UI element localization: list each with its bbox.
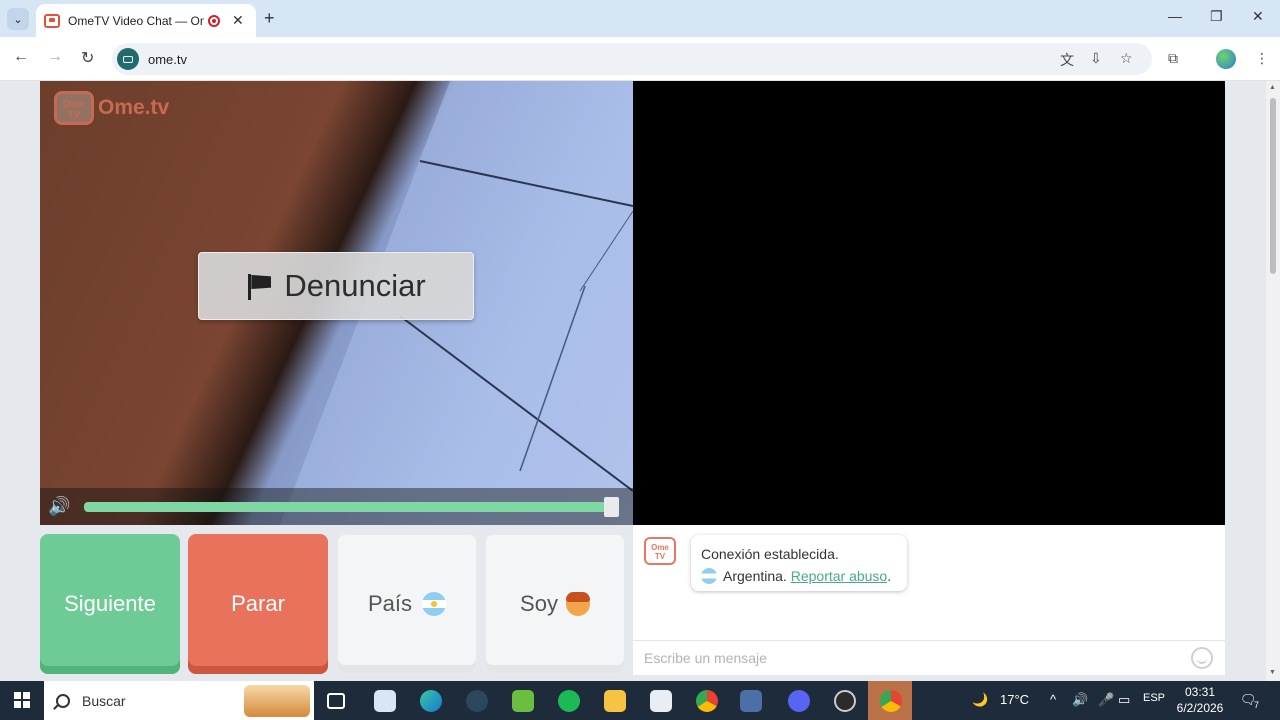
- obs-icon[interactable]: [834, 690, 856, 712]
- taskbar-search-label: Buscar: [82, 692, 126, 709]
- install-app-icon[interactable]: ⇩: [1090, 50, 1102, 67]
- clock-date: 6/2/2026: [1176, 701, 1224, 715]
- chat-panel: Ome TV Conexión establecida. Argentina. …: [633, 525, 1225, 675]
- remote-video: [633, 81, 1225, 525]
- android-app-icon[interactable]: [512, 690, 534, 712]
- country-button[interactable]: País: [337, 534, 477, 674]
- partner-country: Argentina.: [723, 568, 787, 584]
- partner-country-line: Argentina. Reportar abuso.: [701, 565, 897, 587]
- tab-title: OmeTV Video Chat — OmeTV: [68, 13, 204, 28]
- temperature[interactable]: 17°C: [1000, 692, 1029, 707]
- task-view-icon[interactable]: [327, 693, 345, 709]
- reload-button[interactable]: ↻: [81, 48, 94, 68]
- next-button[interactable]: Siguiente: [40, 534, 180, 674]
- report-suffix: .: [887, 568, 892, 584]
- microphone-icon[interactable]: 🎤: [1098, 692, 1114, 708]
- search-icon: [56, 693, 70, 708]
- profile-avatar[interactable]: [1216, 49, 1236, 69]
- emoji-icon[interactable]: [1191, 647, 1213, 669]
- report-abuse-link[interactable]: Reportar abuso: [791, 568, 888, 584]
- chrome-profile-icon[interactable]: [880, 690, 902, 712]
- gender-button-label: Soy: [520, 591, 558, 616]
- notification-count: 7: [1254, 700, 1260, 710]
- page-scrollbar[interactable]: ▲ ▼: [1266, 81, 1280, 681]
- connection-status: Conexión establecida.: [701, 546, 839, 562]
- new-tab-button[interactable]: +: [264, 8, 275, 29]
- volume-bar: 🔊: [40, 488, 633, 525]
- logo-text: Ome.tv: [98, 96, 170, 119]
- scroll-up-icon[interactable]: ▲: [1269, 84, 1276, 91]
- browser-toolbar: ← → ↻ ome.tv 文 ⇩ ☆ ⧉ ⋮: [0, 37, 1280, 81]
- next-button-label: Siguiente: [64, 591, 156, 616]
- scrollbar-thumb[interactable]: [1270, 98, 1276, 274]
- steam-icon[interactable]: [466, 690, 488, 712]
- minimize-icon[interactable]: —: [1168, 8, 1182, 24]
- stop-button[interactable]: Parar: [188, 534, 328, 674]
- report-button[interactable]: Denunciar: [198, 252, 474, 320]
- discord-icon[interactable]: [788, 690, 810, 712]
- windows-taskbar: Buscar 🌙 17°C ^ 🔊 🎤 ▭ ESP 03:31 6/2/2026…: [0, 681, 1280, 720]
- speaker-icon[interactable]: 🔊: [48, 496, 78, 518]
- edge-icon[interactable]: [420, 690, 442, 712]
- taskbar-search[interactable]: Buscar: [44, 681, 314, 720]
- ometv-logo: Ome TV Ome.tv: [54, 91, 169, 125]
- notepad-icon[interactable]: [650, 690, 672, 712]
- back-button[interactable]: ←: [13, 48, 29, 66]
- chat-input-area: [633, 640, 1225, 675]
- tab-search-dropdown[interactable]: ⌄: [7, 8, 29, 30]
- restore-icon[interactable]: ❐: [1210, 8, 1223, 25]
- forward-button[interactable]: →: [47, 48, 63, 66]
- address-bar[interactable]: ome.tv: [112, 43, 1152, 75]
- ometv-page: Ome TV Ome.tv Denunciar 🔊 Siguiente Para…: [0, 81, 1266, 681]
- spotify-icon[interactable]: [558, 690, 580, 712]
- stop-button-label: Parar: [231, 591, 285, 616]
- argentina-flag-icon: [422, 592, 447, 616]
- search-highlight-image: [244, 685, 310, 717]
- translate-icon[interactable]: 文: [1060, 50, 1074, 70]
- gender-button[interactable]: Soy: [485, 534, 625, 674]
- close-window-icon[interactable]: ✕: [1252, 8, 1264, 25]
- chat-ometv-logo-icon: Ome TV: [644, 537, 676, 565]
- volume-slider-thumb[interactable]: [604, 497, 619, 517]
- volume-tray-icon[interactable]: 🔊: [1072, 692, 1088, 708]
- local-video: Ome TV Ome.tv Denunciar 🔊: [40, 81, 633, 525]
- paint-app-icon[interactable]: [740, 690, 762, 712]
- boy-emoji-icon: [565, 592, 590, 616]
- ometv-favicon-icon: [44, 13, 60, 28]
- recording-indicator-icon: [208, 14, 220, 27]
- menu-kebab-icon[interactable]: ⋮: [1255, 50, 1269, 67]
- tray-chevron-icon[interactable]: ^: [1050, 692, 1056, 707]
- tab-bar: ⌄ OmeTV Video Chat — OmeTV ✕ + — ❐ ✕: [0, 0, 1280, 37]
- url-text[interactable]: ome.tv: [148, 52, 187, 67]
- scroll-down-icon[interactable]: ▼: [1269, 669, 1276, 676]
- windows-start-icon[interactable]: [14, 692, 30, 708]
- flag-icon: [246, 272, 272, 300]
- clock-time: 03:31: [1184, 685, 1216, 699]
- country-button-label: País: [367, 591, 413, 616]
- clock[interactable]: 03:31 6/2/2026: [1176, 684, 1224, 716]
- files-app-icon[interactable]: [374, 690, 396, 712]
- bookmark-star-icon[interactable]: ☆: [1120, 50, 1133, 67]
- file-explorer-icon[interactable]: [604, 690, 626, 712]
- chevron-down-icon: ⌄: [13, 13, 23, 26]
- weather-moon-icon[interactable]: 🌙: [972, 692, 988, 708]
- language-indicator[interactable]: ESP: [1143, 692, 1165, 704]
- site-info-icon[interactable]: [117, 48, 139, 70]
- system-message: Conexión establecida. Argentina. Reporta…: [691, 535, 907, 591]
- logo-tv-icon: Ome TV: [54, 91, 94, 125]
- close-tab-icon[interactable]: ✕: [232, 12, 244, 29]
- message-input[interactable]: [633, 641, 1173, 675]
- extensions-icon[interactable]: ⧉: [1168, 50, 1178, 67]
- report-button-label: Denunciar: [284, 268, 426, 303]
- browser-tab[interactable]: OmeTV Video Chat — OmeTV ✕: [36, 4, 256, 37]
- volume-slider[interactable]: [84, 502, 618, 512]
- chrome-icon[interactable]: [696, 690, 718, 712]
- network-icon[interactable]: ▭: [1118, 692, 1130, 708]
- argentina-flag-icon: [701, 568, 717, 584]
